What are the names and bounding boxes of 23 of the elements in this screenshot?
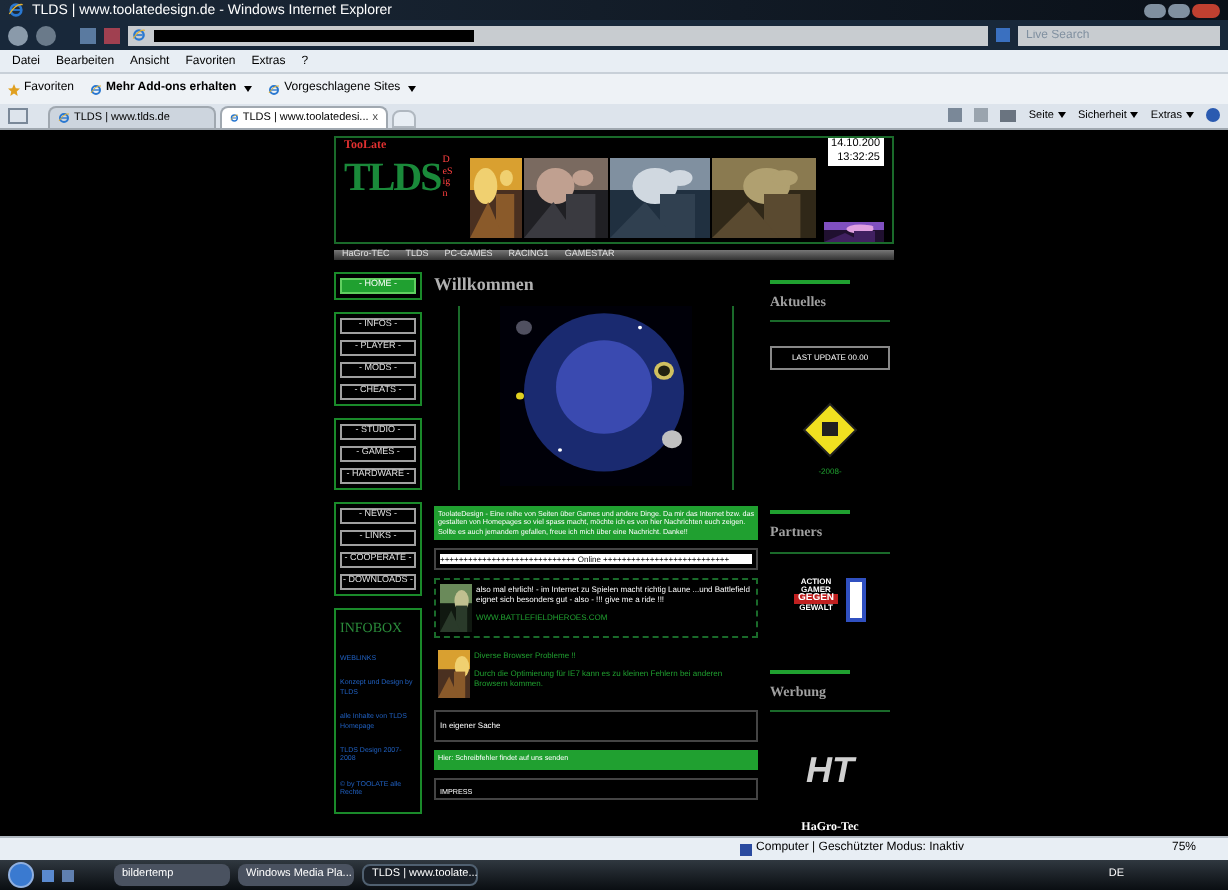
caret-icon bbox=[408, 86, 417, 92]
start-button[interactable] bbox=[8, 862, 34, 888]
caret-icon bbox=[1130, 112, 1139, 119]
caret-icon bbox=[1186, 112, 1194, 119]
globe-icon bbox=[132, 28, 146, 42]
star-icon bbox=[8, 83, 20, 95]
logo-text: TLDS bbox=[344, 156, 441, 202]
ad-logo[interactable]: HT bbox=[770, 752, 890, 788]
warning-sign-icon bbox=[802, 402, 858, 458]
caret-icon bbox=[244, 86, 253, 92]
globe-icon bbox=[268, 83, 281, 95]
globe-icon bbox=[58, 112, 70, 124]
globe-icon bbox=[8, 2, 24, 18]
badge-icon[interactable] bbox=[846, 577, 867, 621]
close-button[interactable] bbox=[1192, 3, 1220, 17]
globe-icon bbox=[90, 83, 103, 95]
globe-icon bbox=[230, 112, 239, 124]
quick-tabs-icon[interactable] bbox=[8, 108, 28, 124]
page-heading: Willkommen bbox=[434, 271, 536, 297]
maximize-button[interactable] bbox=[1168, 3, 1190, 17]
caret-icon bbox=[1057, 112, 1066, 119]
minimize-button[interactable] bbox=[1144, 3, 1166, 17]
address-field[interactable] bbox=[128, 25, 988, 45]
